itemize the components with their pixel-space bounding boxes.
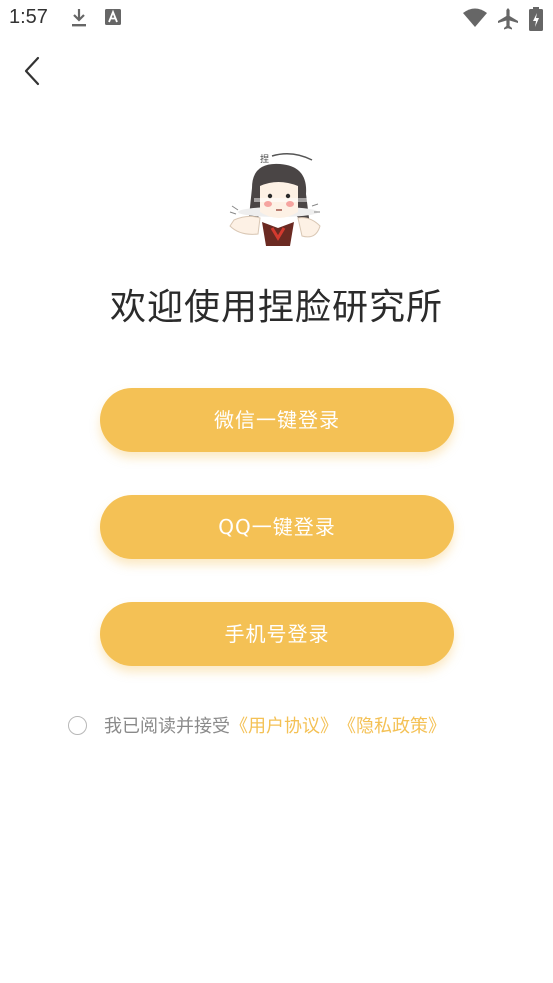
back-button[interactable] bbox=[14, 52, 54, 92]
font-app-icon bbox=[105, 9, 121, 25]
mascot-illustration: 捏 bbox=[229, 153, 321, 246]
download-icon bbox=[72, 9, 86, 27]
chevron-left-icon bbox=[24, 56, 40, 86]
phone-login-button[interactable]: 手机号登录 bbox=[100, 602, 454, 666]
qq-login-button[interactable]: QQ一键登录 bbox=[100, 495, 454, 559]
agreement-prefix: 我已阅读并接受 bbox=[104, 716, 230, 737]
privacy-policy-link[interactable]: 《隐私政策》 bbox=[338, 712, 446, 738]
agreement-checkbox[interactable] bbox=[68, 715, 87, 735]
airplane-icon bbox=[498, 8, 518, 30]
status-bar: 1:57 bbox=[0, 0, 553, 36]
wechat-login-button[interactable]: 微信一键登录 bbox=[100, 388, 454, 452]
user-agreement-link[interactable]: 《用户协议》 bbox=[230, 712, 338, 738]
page-title: 欢迎使用捏脸研究所 bbox=[109, 287, 443, 328]
battery-charging-icon bbox=[529, 7, 543, 31]
wifi-icon bbox=[463, 8, 487, 27]
status-time: 1:57 bbox=[9, 6, 48, 28]
agreement-row: 我已阅读并接受 《用户协议》 《隐私政策》 bbox=[68, 710, 446, 740]
mascot-label: 捏 bbox=[260, 153, 269, 165]
